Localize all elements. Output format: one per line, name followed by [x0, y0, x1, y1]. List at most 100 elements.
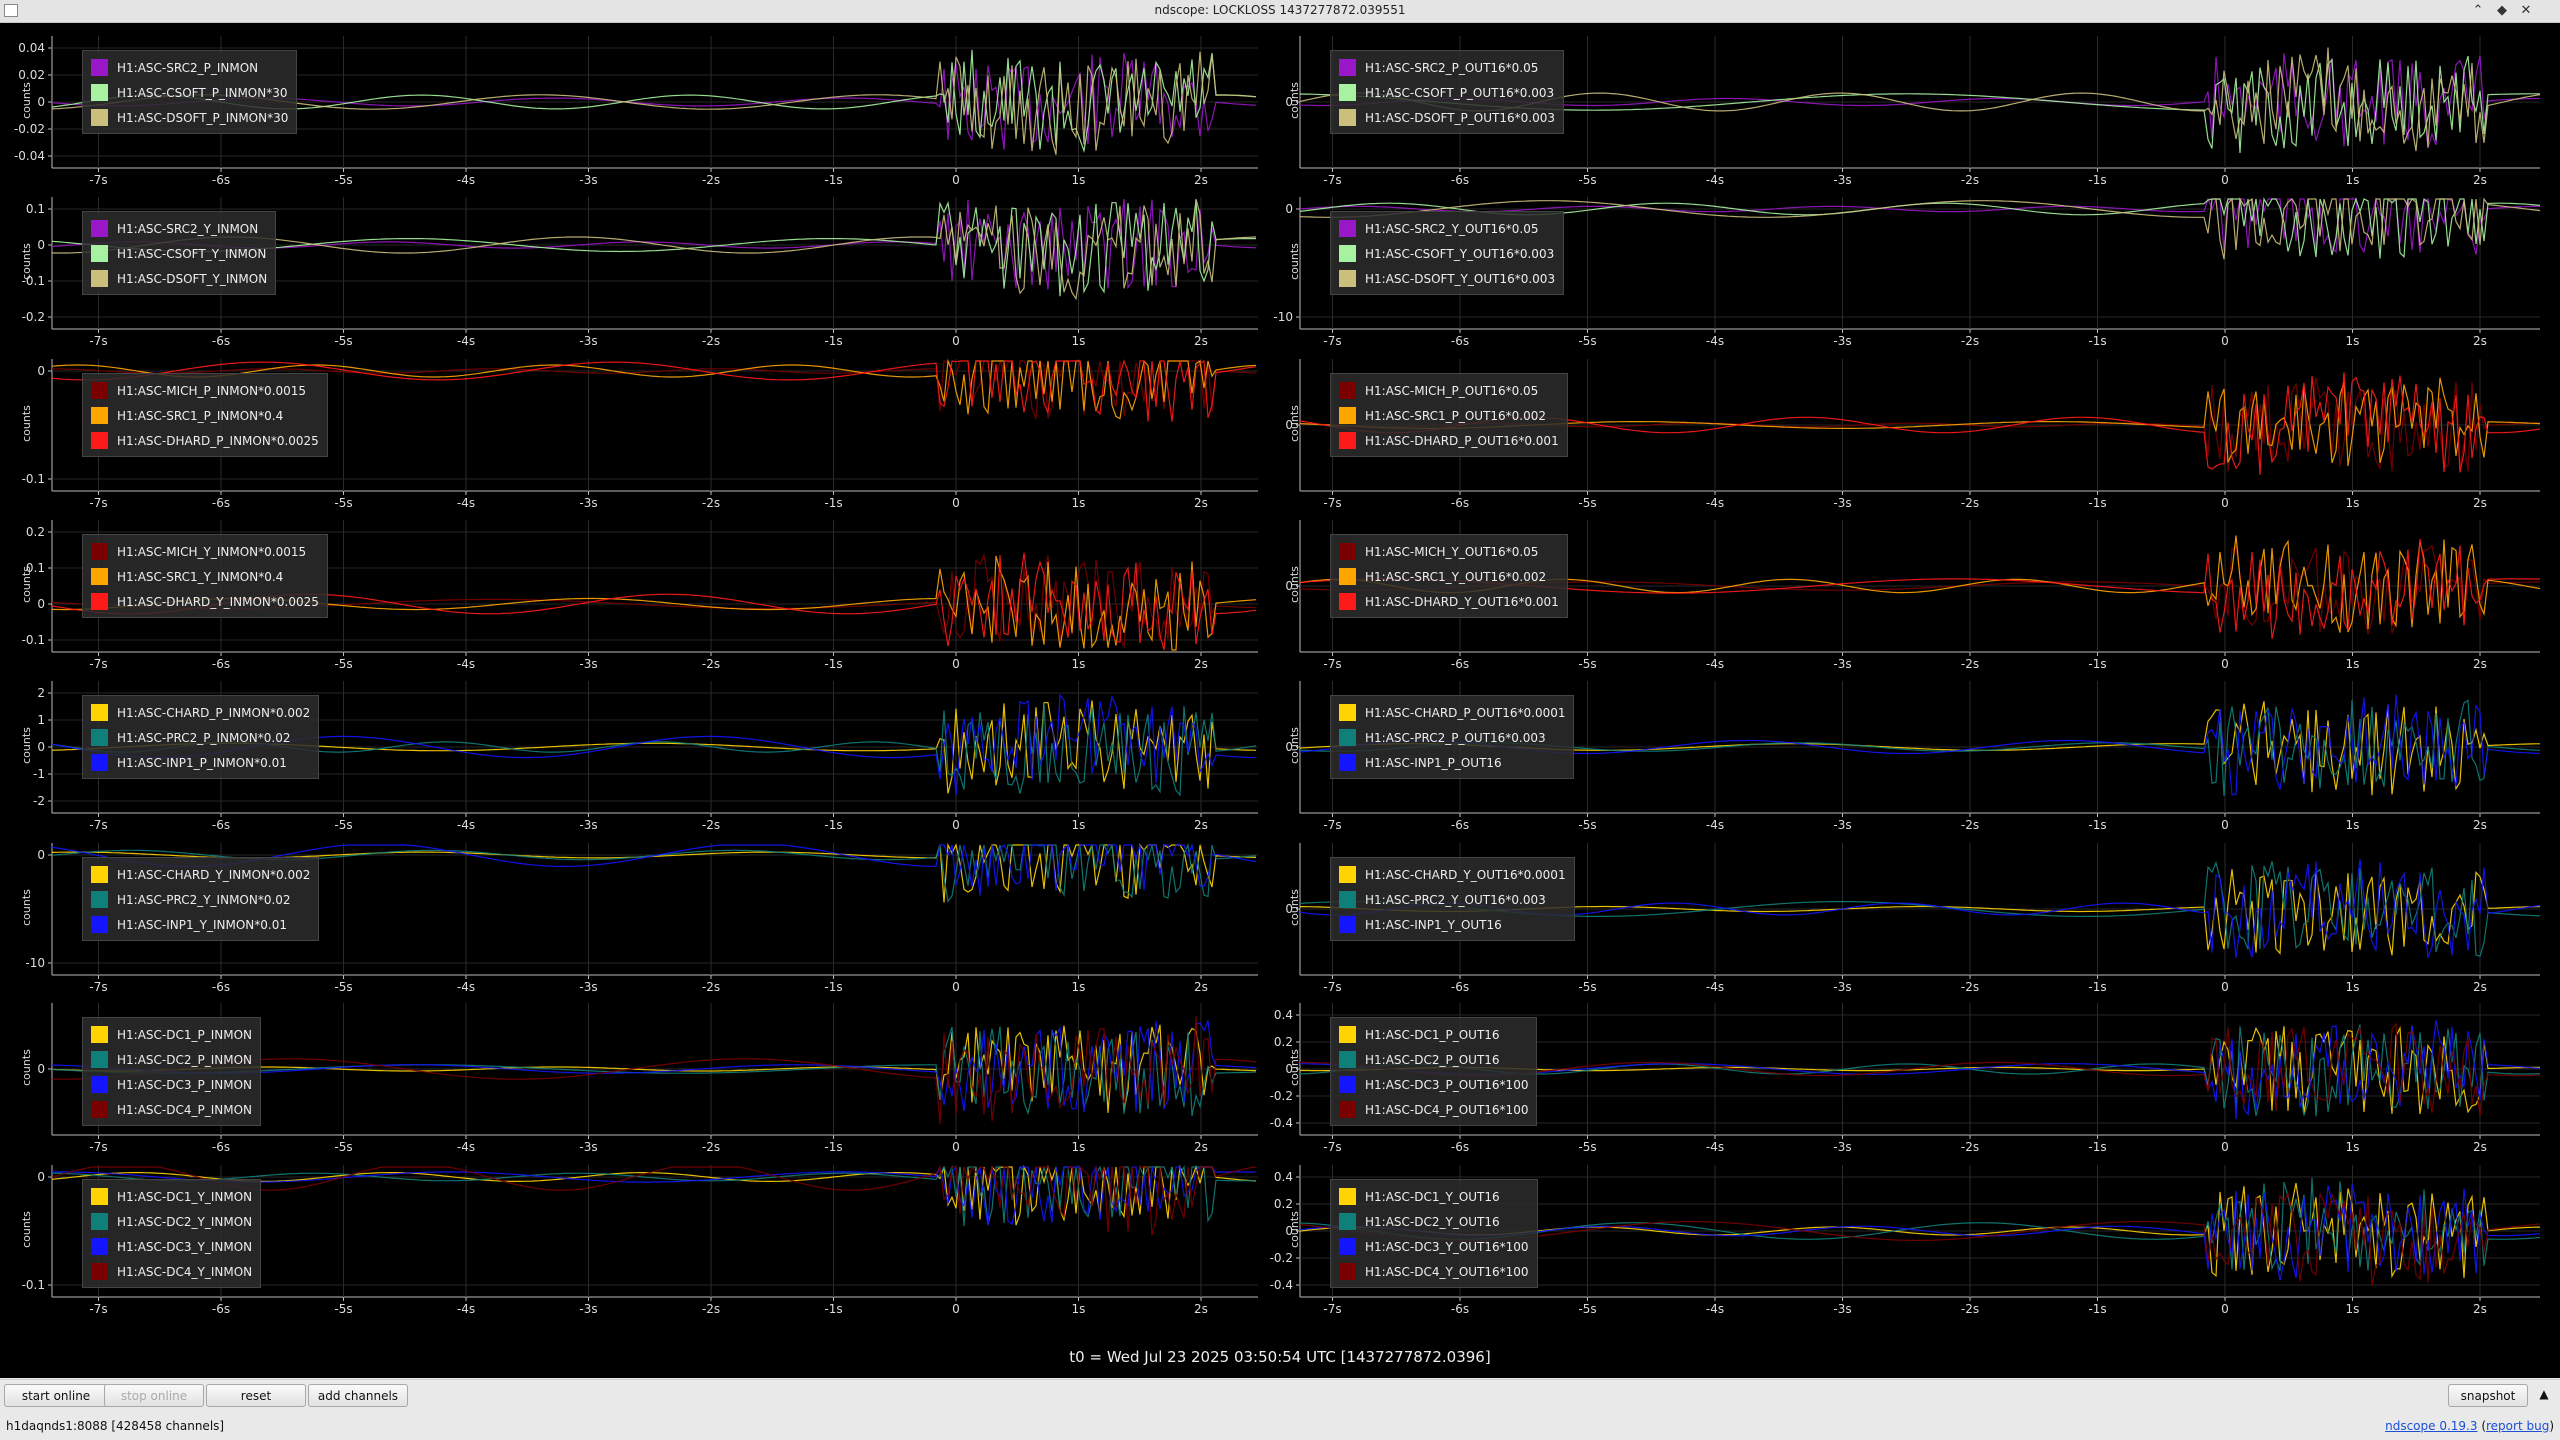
plot-r5r[interactable]: -7s -6s -5s -4s -3s -2s -1s 0 1s 2s 0 counts H1:ASC-…: [1268, 681, 2560, 837]
legend-entry[interactable]: H1:ASC-INP1_P_OUT16: [1339, 750, 1565, 775]
y-tick-label: 0.1: [26, 202, 45, 216]
legend-entry[interactable]: H1:ASC-MICH_P_OUT16*0.05: [1339, 378, 1559, 403]
plot-r6r[interactable]: -7s -6s -5s -4s -3s -2s -1s 0 1s 2s 0 counts H1:ASC-…: [1268, 843, 2560, 999]
plot-r5l[interactable]: -7s -6s -5s -4s -3s -2s -1s 0 1s 2s 2 1 0 -1 -2 counts H…: [0, 681, 1265, 837]
legend-entry[interactable]: H1:ASC-DC2_P_OUT16: [1339, 1047, 1528, 1072]
legend-entry[interactable]: H1:ASC-SRC2_Y_INMON: [91, 216, 267, 241]
legend-entry[interactable]: H1:ASC-DHARD_Y_INMON*0.0025: [91, 589, 319, 614]
plot-r3l[interactable]: -7s -6s -5s -4s -3s -2s -1s 0 1s 2s 0 -0.1 counts H1:…: [0, 359, 1265, 515]
legend-entry[interactable]: H1:ASC-SRC1_P_OUT16*0.002: [1339, 403, 1559, 428]
x-tick-label: -7s: [1323, 173, 1341, 187]
plot-r7l[interactable]: -7s -6s -5s -4s -3s -2s -1s 0 1s 2s 0 counts H1:ASC-…: [0, 1003, 1265, 1159]
plot-r1r[interactable]: -7s -6s -5s -4s -3s -2s -1s 0 1s 2s 0 counts H1:ASC-…: [1268, 36, 2560, 192]
legend-entry[interactable]: H1:ASC-DC4_P_OUT16*100: [1339, 1097, 1528, 1122]
legend-entry[interactable]: H1:ASC-DC4_Y_INMON: [91, 1259, 252, 1284]
legend-entry[interactable]: H1:ASC-PRC2_Y_INMON*0.02: [91, 887, 310, 912]
x-tick-label: -1s: [2088, 980, 2106, 994]
legend-entry[interactable]: H1:ASC-DSOFT_P_INMON*30: [91, 105, 288, 130]
legend-entry[interactable]: H1:ASC-SRC2_P_OUT16*0.05: [1339, 55, 1555, 80]
plot-r1l[interactable]: -7s -6s -5s -4s -3s -2s -1s 0 1s 2s 0.04 0.02 0 -0.02…: [0, 36, 1265, 192]
legend-entry[interactable]: H1:ASC-CHARD_Y_OUT16*0.0001: [1339, 862, 1566, 887]
close-icon[interactable]: ✕: [2516, 1, 2536, 21]
legend-entry[interactable]: H1:ASC-DC3_P_OUT16*100: [1339, 1072, 1528, 1097]
legend-entry[interactable]: H1:ASC-MICH_P_INMON*0.0015: [91, 378, 319, 403]
x-tick-label: -7s: [89, 980, 107, 994]
plot-r4l[interactable]: -7s -6s -5s -4s -3s -2s -1s 0 1s 2s 0.2 0.1 0 -0.1 cou…: [0, 520, 1265, 676]
x-tick-label: -4s: [457, 334, 475, 348]
color-swatch: [91, 1051, 108, 1068]
plot-r4r[interactable]: -7s -6s -5s -4s -3s -2s -1s 0 1s 2s 0 counts H1:ASC-…: [1268, 520, 2560, 676]
legend-entry[interactable]: H1:ASC-MICH_Y_INMON*0.0015: [91, 539, 319, 564]
legend-entry[interactable]: H1:ASC-MICH_Y_OUT16*0.05: [1339, 539, 1559, 564]
chevron-up-icon[interactable]: ⌃: [2468, 1, 2488, 21]
legend-entry[interactable]: H1:ASC-DSOFT_Y_INMON: [91, 266, 267, 291]
legend-entry[interactable]: H1:ASC-CSOFT_Y_OUT16*0.003: [1339, 241, 1555, 266]
version-link[interactable]: ndscope 0.19.3: [2385, 1419, 2477, 1433]
legend-entry[interactable]: H1:ASC-INP1_Y_OUT16: [1339, 912, 1566, 937]
chevron-up-icon[interactable]: ▲: [2532, 1384, 2556, 1407]
x-tick-label: 2s: [2473, 818, 2487, 832]
stop-online-button[interactable]: stop online: [104, 1384, 204, 1407]
plot-r7r[interactable]: -7s -6s -5s -4s -3s -2s -1s 0 1s 2s 0.4 0.2 0 -0.2 -0.…: [1268, 1003, 2560, 1159]
legend-entry[interactable]: H1:ASC-INP1_Y_INMON*0.01: [91, 912, 310, 937]
legend-entry[interactable]: H1:ASC-DC3_P_INMON: [91, 1072, 252, 1097]
plot-r3r[interactable]: -7s -6s -5s -4s -3s -2s -1s 0 1s 2s 0 counts H1:ASC-…: [1268, 359, 2560, 515]
legend-entry[interactable]: H1:ASC-SRC1_P_INMON*0.4: [91, 403, 319, 428]
color-swatch: [1339, 407, 1356, 424]
legend-entry[interactable]: H1:ASC-DC2_Y_INMON: [91, 1209, 252, 1234]
legend-entry[interactable]: H1:ASC-DC2_Y_OUT16: [1339, 1209, 1529, 1234]
x-tick-label: 0: [2221, 496, 2229, 510]
snapshot-button[interactable]: snapshot: [2448, 1384, 2528, 1407]
x-tick-label: 1s: [2346, 980, 2360, 994]
legend-entry[interactable]: H1:ASC-CHARD_P_INMON*0.002: [91, 700, 310, 725]
legend-entry[interactable]: H1:ASC-PRC2_P_INMON*0.02: [91, 725, 310, 750]
x-tick-label: -1s: [824, 818, 842, 832]
reset-button[interactable]: reset: [206, 1384, 306, 1407]
plot-r8r[interactable]: -7s -6s -5s -4s -3s -2s -1s 0 1s 2s 0.4 0.2 0 -0.2 -0.…: [1268, 1165, 2560, 1321]
x-tick-label: 0: [952, 818, 960, 832]
legend-entry[interactable]: H1:ASC-CHARD_Y_INMON*0.002: [91, 862, 310, 887]
legend-entry[interactable]: H1:ASC-DHARD_P_INMON*0.0025: [91, 428, 319, 453]
legend-entry[interactable]: H1:ASC-DSOFT_Y_OUT16*0.003: [1339, 266, 1555, 291]
legend-entry[interactable]: H1:ASC-DC1_Y_OUT16: [1339, 1184, 1529, 1209]
legend-entry[interactable]: H1:ASC-PRC2_P_OUT16*0.003: [1339, 725, 1565, 750]
legend-entry[interactable]: H1:ASC-DHARD_Y_OUT16*0.001: [1339, 589, 1559, 614]
legend-entry[interactable]: H1:ASC-DSOFT_P_OUT16*0.003: [1339, 105, 1555, 130]
legend-entry[interactable]: H1:ASC-CSOFT_P_OUT16*0.003: [1339, 80, 1555, 105]
x-tick-label: 0: [2221, 818, 2229, 832]
legend-entry[interactable]: H1:ASC-DC4_Y_OUT16*100: [1339, 1259, 1529, 1284]
x-tick-label: -3s: [1833, 818, 1851, 832]
legend-entry[interactable]: H1:ASC-SRC2_Y_OUT16*0.05: [1339, 216, 1555, 241]
legend-entry[interactable]: H1:ASC-DC1_Y_INMON: [91, 1184, 252, 1209]
plot-r2r[interactable]: -7s -6s -5s -4s -3s -2s -1s 0 1s 2s 0 -10 counts H1:A…: [1268, 197, 2560, 353]
x-tick-label: -1s: [2088, 496, 2106, 510]
restore-icon[interactable]: ◆: [2492, 1, 2512, 21]
legend-entry[interactable]: H1:ASC-PRC2_Y_OUT16*0.003: [1339, 887, 1566, 912]
legend-entry[interactable]: H1:ASC-DHARD_P_OUT16*0.001: [1339, 428, 1559, 453]
legend-entry[interactable]: H1:ASC-DC1_P_OUT16: [1339, 1022, 1528, 1047]
add-channels-button[interactable]: add channels: [308, 1384, 408, 1407]
legend-entry[interactable]: H1:ASC-INP1_P_INMON*0.01: [91, 750, 310, 775]
y-tick-label: 0.4: [1274, 1170, 1293, 1184]
legend-entry[interactable]: H1:ASC-SRC2_P_INMON: [91, 55, 288, 80]
start-online-button[interactable]: start online: [4, 1384, 108, 1407]
legend-entry[interactable]: H1:ASC-DC3_Y_INMON: [91, 1234, 252, 1259]
legend-entry[interactable]: H1:ASC-SRC1_Y_INMON*0.4: [91, 564, 319, 589]
plot-r6l[interactable]: -7s -6s -5s -4s -3s -2s -1s 0 1s 2s 0 -10 counts H1:A…: [0, 843, 1265, 999]
legend-entry[interactable]: H1:ASC-CSOFT_P_INMON*30: [91, 80, 288, 105]
plot-r2l[interactable]: -7s -6s -5s -4s -3s -2s -1s 0 1s 2s 0.1 0 -0.1 -0.2 co…: [0, 197, 1265, 353]
legend-entry[interactable]: H1:ASC-CSOFT_Y_INMON: [91, 241, 267, 266]
legend-entry[interactable]: H1:ASC-CHARD_P_OUT16*0.0001: [1339, 700, 1565, 725]
legend-entry[interactable]: H1:ASC-DC4_P_INMON: [91, 1097, 252, 1122]
report-bug-link[interactable]: report bug: [2486, 1419, 2549, 1433]
plot-r8l[interactable]: -7s -6s -5s -4s -3s -2s -1s 0 1s 2s 0 -0.1 counts H1:…: [0, 1165, 1265, 1321]
x-tick-label: -4s: [1706, 1140, 1724, 1154]
legend-entry[interactable]: H1:ASC-DC3_Y_OUT16*100: [1339, 1234, 1529, 1259]
color-swatch: [1339, 568, 1356, 585]
x-tick-label: -2s: [1961, 173, 1979, 187]
legend-entry[interactable]: H1:ASC-DC2_P_INMON: [91, 1047, 252, 1072]
x-tick-label: -1s: [2088, 1302, 2106, 1316]
legend-entry[interactable]: H1:ASC-SRC1_Y_OUT16*0.002: [1339, 564, 1559, 589]
legend-entry[interactable]: H1:ASC-DC1_P_INMON: [91, 1022, 252, 1047]
y-axis-label: counts: [1287, 243, 1301, 280]
